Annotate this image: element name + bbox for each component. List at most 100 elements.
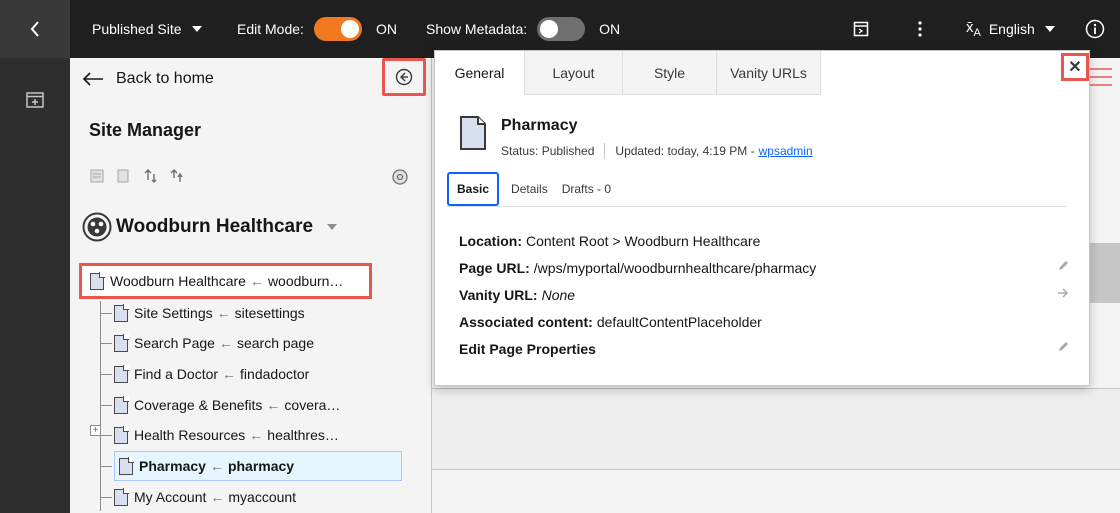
tree-node-slug: sitesettings <box>234 305 305 321</box>
move-down-icon <box>170 169 183 182</box>
show-metadata-switch[interactable] <box>537 17 586 41</box>
left-rail <box>0 58 70 513</box>
move-up-button[interactable] <box>143 168 159 187</box>
site-manager-toolbar <box>89 166 409 190</box>
tab-layout[interactable]: Layout <box>525 51 623 95</box>
new-page-button[interactable] <box>89 168 105 187</box>
associated-content-label: Associated content: <box>459 313 593 330</box>
translate-icon: x̄A <box>966 19 981 39</box>
tree-connector <box>100 435 112 436</box>
edit-page-properties-label: Edit Page Properties <box>459 340 596 357</box>
divider <box>604 143 606 159</box>
vanity-url-row: Vanity URL: None <box>459 281 1069 308</box>
page-icon <box>90 272 105 290</box>
show-metadata-state: ON <box>599 21 621 37</box>
page-icon <box>114 426 129 444</box>
page-icon <box>114 488 129 506</box>
tree-node[interactable]: Coverage & Benefits ← covera… <box>114 392 340 418</box>
go-vanity-url-button[interactable] <box>1057 287 1069 301</box>
tree-connector <box>100 313 112 314</box>
settings-button[interactable] <box>391 168 409 189</box>
arrow-left-small-icon: ← <box>249 427 264 443</box>
page-icon <box>114 304 129 322</box>
close-icon: ✕ <box>1068 59 1082 76</box>
tree-node[interactable]: Site Settings ← sitesettings <box>114 300 305 326</box>
page-url-row: Page URL: /wps/myportal/woodburnhealthca… <box>459 254 1069 281</box>
published-site-label: Published Site <box>92 21 182 37</box>
arrow-left-small-icon: ← <box>266 397 281 413</box>
dialog-subtabs: Basic Details Drafts - 0 <box>447 171 1067 207</box>
tree-node-title: My Account <box>134 489 207 505</box>
location-row: Location: Content Root > Woodburn Health… <box>459 227 1069 254</box>
add-page-icon <box>26 92 44 108</box>
edit-mode-switch[interactable] <box>313 17 362 41</box>
page-name: Pharmacy <box>501 117 578 134</box>
edit-page-url-button[interactable] <box>1057 260 1069 275</box>
page-icon <box>460 116 486 150</box>
page-settings-dialog: General Layout Style Vanity URLs ✕ Pharm… <box>434 50 1090 386</box>
collapse-toolbar-button[interactable] <box>0 0 70 58</box>
page-properties: Location: Content Root > Woodburn Health… <box>459 227 1069 362</box>
pencil-icon <box>1059 261 1068 270</box>
associated-content-value: defaultContentPlaceholder <box>596 313 762 330</box>
language-label: English <box>988 21 1035 37</box>
tab-general[interactable]: General <box>435 51 525 95</box>
tree-node-selected[interactable]: Pharmacy ← pharmacy <box>114 451 402 481</box>
copy-page-icon <box>117 169 129 183</box>
subtab-basic[interactable]: Basic <box>447 171 500 206</box>
tree-node-slug: woodburn… <box>267 273 344 289</box>
tree-node[interactable]: Search Page ← search page <box>114 330 314 356</box>
back-to-home-label: Back to home <box>116 70 214 87</box>
subtab-details[interactable]: Details <box>509 182 550 196</box>
show-metadata-label: Show Metadata: <box>426 21 528 37</box>
tree-node[interactable]: Find a Doctor ← findadoctor <box>114 361 309 387</box>
move-down-button[interactable] <box>169 168 185 187</box>
updated-by-link[interactable]: wpsadmin <box>759 144 813 158</box>
arrow-left-small-icon: ← <box>209 458 224 474</box>
page-icon <box>119 457 134 475</box>
collapse-panel-button[interactable] <box>382 58 426 96</box>
tree-node-slug: pharmacy <box>227 458 295 474</box>
page-icon <box>114 365 129 383</box>
site-manager-title: Site Manager <box>89 120 202 140</box>
page-url-label: Page URL: <box>459 259 530 276</box>
tree-connector <box>100 405 112 406</box>
arrow-left-small-icon: ← <box>218 335 233 351</box>
location-label: Location: <box>459 232 522 249</box>
edit-page-properties-row[interactable]: Edit Page Properties <box>459 335 1069 362</box>
page-url-value: /wps/myportal/woodburnhealthcare/pharmac… <box>533 259 817 276</box>
tree-node-title: Coverage & Benefits <box>134 397 263 413</box>
edit-mode-toggle[interactable]: Edit Mode: ON <box>237 0 397 58</box>
tree-node-title: Health Resources <box>134 427 246 443</box>
tree-connector <box>100 497 112 498</box>
tree-node[interactable]: My Account ← myaccount <box>114 484 296 510</box>
vanity-url-label: Vanity URL: <box>459 286 538 303</box>
page-status: Status: Published <box>501 144 595 158</box>
site-logo-icon <box>82 212 112 242</box>
tab-vanity-urls[interactable]: Vanity URLs <box>717 51 821 95</box>
back-to-home-link[interactable]: Back to home <box>82 70 214 88</box>
tree-connector <box>100 374 112 375</box>
edit-mode-state: ON <box>375 21 397 37</box>
copy-page-button[interactable] <box>115 168 131 187</box>
pencil-icon <box>1059 342 1068 351</box>
tree-node[interactable]: Health Resources ← healthres… <box>114 422 339 448</box>
site-selector[interactable]: Woodburn Healthcare <box>82 212 338 242</box>
panel-icon <box>853 21 869 37</box>
edit-page-properties-button[interactable] <box>1057 341 1069 356</box>
add-page-button[interactable] <box>26 92 44 111</box>
tree-node-slug: healthres… <box>267 427 339 443</box>
tree-node-slug: myaccount <box>228 489 297 505</box>
arrow-left-icon <box>82 72 103 86</box>
site-manager-panel: Back to home Site Manager Woodburn Healt… <box>70 58 432 513</box>
tree-node-slug: covera… <box>284 397 341 413</box>
caret-down-icon <box>191 26 202 32</box>
tree-connector <box>100 466 112 467</box>
published-site-dropdown[interactable]: Published Site <box>92 0 202 58</box>
tree-root-node[interactable]: Woodburn Healthcare ← woodburn… <box>79 263 372 299</box>
close-dialog-button[interactable]: ✕ <box>1061 53 1089 81</box>
tab-style[interactable]: Style <box>623 51 717 95</box>
subtab-drafts[interactable]: Drafts - 0 <box>560 182 613 196</box>
settings-icon <box>392 169 408 185</box>
move-up-icon <box>144 169 157 183</box>
